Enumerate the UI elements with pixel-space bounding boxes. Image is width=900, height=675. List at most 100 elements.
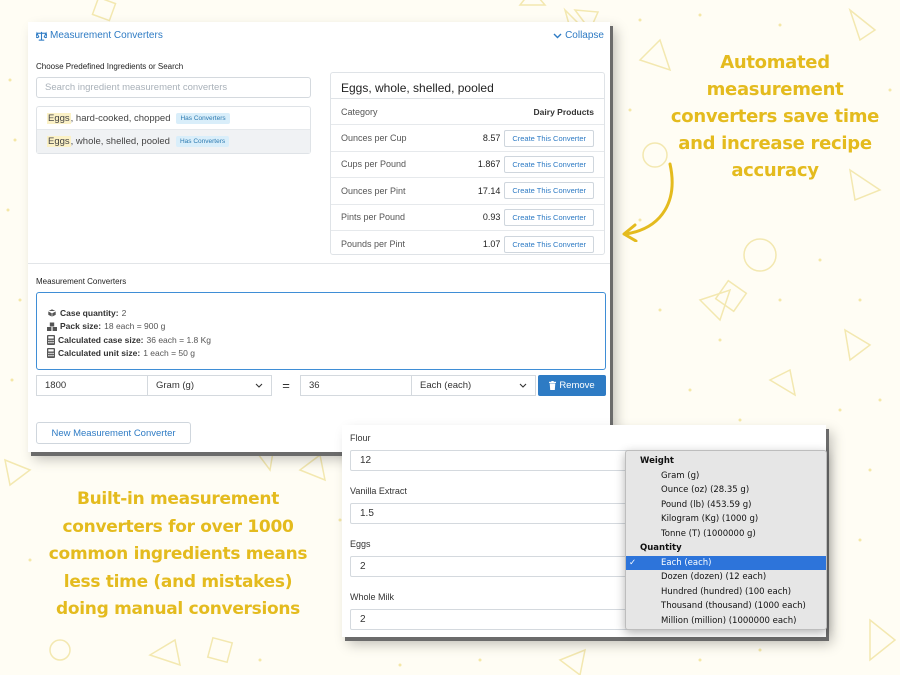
ingredient-label: Flour bbox=[350, 433, 371, 443]
info-label: Calculated case size: bbox=[58, 334, 144, 345]
detail-row-label: Ounces per Pint bbox=[341, 185, 406, 196]
menu-option[interactable]: Million (million) (1000000 each) bbox=[626, 614, 826, 629]
calculator-icon bbox=[47, 348, 55, 359]
detail-row-value: 8.57 bbox=[482, 133, 501, 144]
menu-option[interactable]: Tonne (T) (1000000 g) bbox=[626, 527, 826, 542]
case-size-line: Calculated case size: 36 each = 1.8 Kg bbox=[47, 333, 595, 347]
has-converters-badge: Has Converters bbox=[176, 112, 230, 124]
chevron-down-icon bbox=[553, 33, 562, 38]
callout-line: Built-in measurement bbox=[76, 489, 280, 509]
create-converter-button[interactable]: Create This Converter bbox=[504, 129, 594, 147]
chevron-down-icon bbox=[519, 383, 527, 388]
callout-line: common ingredients means bbox=[48, 544, 308, 564]
case-quantity-line: Case quantity: 2 bbox=[47, 306, 595, 320]
case-info-box: Case quantity: 2 Pack size: 18 each = 90… bbox=[36, 292, 606, 370]
callout-automated: Automated measurement converters save ti… bbox=[655, 49, 895, 184]
info-label: Case quantity: bbox=[60, 307, 119, 318]
ingredient-label: Vanilla Extract bbox=[350, 486, 407, 496]
box-icon bbox=[47, 308, 57, 318]
pack-size-line: Pack size: 18 each = 900 g bbox=[47, 320, 595, 334]
ingredient-label: Whole Milk bbox=[350, 592, 395, 602]
callout-line: and increase recipe bbox=[678, 133, 872, 154]
callout-line: converters for over 1000 bbox=[62, 516, 294, 537]
menu-option[interactable]: Thousand (thousand) (1000 each) bbox=[626, 599, 826, 614]
info-value: 1 each = 50 g bbox=[143, 348, 195, 359]
menu-option-label: Each (each) bbox=[661, 557, 712, 568]
category-value: Dairy Products bbox=[533, 106, 594, 117]
detail-row-label: Pints per Pound bbox=[341, 212, 406, 223]
chevron-down-icon bbox=[255, 383, 263, 388]
callout-line: Automated bbox=[720, 52, 830, 73]
menu-option[interactable]: Hundred (hundred) (100 each) bbox=[626, 585, 826, 600]
right-unit-value: Each (each) bbox=[420, 380, 472, 391]
callout-line: converters save time bbox=[670, 106, 880, 127]
checkmark-icon: ✓ bbox=[629, 557, 637, 568]
panel-title: Measurement Converters bbox=[36, 30, 163, 41]
remove-button[interactable]: Remove bbox=[538, 375, 606, 396]
converters-section-label: Measurement Converters bbox=[36, 277, 127, 286]
has-converters-badge: Has Converters bbox=[175, 136, 230, 147]
measurement-converters-panel: Measurement Converters Collapse Choose P… bbox=[28, 22, 610, 452]
detail-row: Ounces per Pint 17.14 Create This Conver… bbox=[331, 178, 604, 205]
menu-option[interactable]: Dozen (dozen) (12 each) bbox=[626, 570, 826, 585]
menu-group-quantity: Quantity bbox=[640, 543, 682, 553]
info-value: 2 bbox=[121, 307, 127, 318]
detail-row-value: 1.867 bbox=[477, 159, 501, 170]
ingredient-quantity-input[interactable]: 12 bbox=[350, 450, 640, 471]
callout-line: doing manual conversions bbox=[56, 599, 300, 619]
ingredient-quantity-input[interactable]: 1.5 bbox=[350, 503, 640, 524]
remove-label: Remove bbox=[559, 380, 595, 391]
collapse-button[interactable]: Collapse bbox=[553, 30, 604, 41]
left-unit-select[interactable]: Gram (g) bbox=[147, 375, 272, 396]
menu-option[interactable]: Ounce (oz) (28.35 g) bbox=[626, 483, 826, 498]
trash-icon bbox=[549, 381, 557, 390]
panel-header: Measurement Converters Collapse bbox=[28, 22, 610, 48]
callout-line: accuracy bbox=[731, 160, 819, 181]
right-value-input[interactable]: 36 bbox=[300, 375, 412, 396]
create-converter-button[interactable]: Create This Converter bbox=[504, 155, 594, 173]
info-value: 36 each = 1.8 Kg bbox=[146, 334, 212, 345]
detail-row-label: Cups per Pound bbox=[341, 159, 407, 170]
ingredient-detail-card: Eggs, whole, shelled, pooled Category Da… bbox=[330, 72, 605, 255]
scale-icon bbox=[36, 31, 47, 41]
left-unit-value: Gram (g) bbox=[156, 380, 194, 391]
create-converter-button[interactable]: Create This Converter bbox=[504, 235, 594, 253]
detail-category-row: Category Dairy Products bbox=[331, 99, 604, 126]
section-divider bbox=[28, 263, 610, 264]
menu-group-weight: Weight bbox=[640, 456, 674, 466]
callout-built-in: Built-in measurement converters for over… bbox=[22, 486, 334, 624]
detail-row: Cups per Pound 1.867 Create This Convert… bbox=[331, 152, 604, 179]
ingredient-quantity-input[interactable]: 2 bbox=[350, 556, 640, 577]
detail-row-value: 17.14 bbox=[477, 185, 501, 196]
search-input[interactable] bbox=[36, 77, 311, 98]
menu-option-selected[interactable]: ✓ Each (each) bbox=[626, 555, 826, 570]
info-label: Calculated unit size: bbox=[58, 348, 141, 359]
choose-label: Choose Predefined Ingredients or Search bbox=[36, 62, 184, 71]
detail-title: Eggs, whole, shelled, pooled bbox=[331, 73, 604, 99]
list-item[interactable]: Eggs , hard-cooked, chopped Has Converte… bbox=[37, 107, 310, 130]
create-converter-button[interactable]: Create This Converter bbox=[504, 208, 594, 226]
detail-row: Pounds per Pint 1.07 Create This Convert… bbox=[331, 231, 604, 257]
create-converter-button[interactable]: Create This Converter bbox=[504, 182, 594, 200]
info-label: Pack size: bbox=[60, 321, 102, 332]
equals-sign: = bbox=[282, 378, 290, 393]
unit-dropdown-menu: Weight Gram (g) Ounce (oz) (28.35 g) Pou… bbox=[625, 450, 827, 630]
callout-line: measurement bbox=[706, 79, 844, 100]
ingredient-quantity-input[interactable]: 2 bbox=[350, 609, 640, 630]
converter-row: 1800 Gram (g) = 36 Each (each) Remove bbox=[36, 375, 606, 396]
list-item[interactable]: Eggs , whole, shelled, pooled Has Conver… bbox=[37, 130, 310, 153]
menu-option[interactable]: Pound (lb) (453.59 g) bbox=[626, 498, 826, 513]
menu-option[interactable]: Gram (g) bbox=[626, 469, 826, 484]
ingredient-name: , whole, shelled, pooled bbox=[70, 136, 170, 147]
detail-row-label: Pounds per Pint bbox=[341, 239, 406, 250]
new-converter-button[interactable]: New Measurement Converter bbox=[36, 422, 191, 444]
left-value-input[interactable]: 1800 bbox=[36, 375, 148, 396]
boxes-icon bbox=[47, 322, 57, 331]
menu-option[interactable]: Kilogram (Kg) (1000 g) bbox=[626, 512, 826, 527]
detail-row: Pints per Pound 0.93 Create This Convert… bbox=[331, 205, 604, 231]
detail-row: Ounces per Cup 8.57 Create This Converte… bbox=[331, 125, 604, 152]
panel-title-text: Measurement Converters bbox=[50, 30, 163, 41]
collapse-label: Collapse bbox=[565, 30, 604, 41]
right-unit-select[interactable]: Each (each) bbox=[411, 375, 536, 396]
ingredient-label: Eggs bbox=[350, 539, 371, 549]
